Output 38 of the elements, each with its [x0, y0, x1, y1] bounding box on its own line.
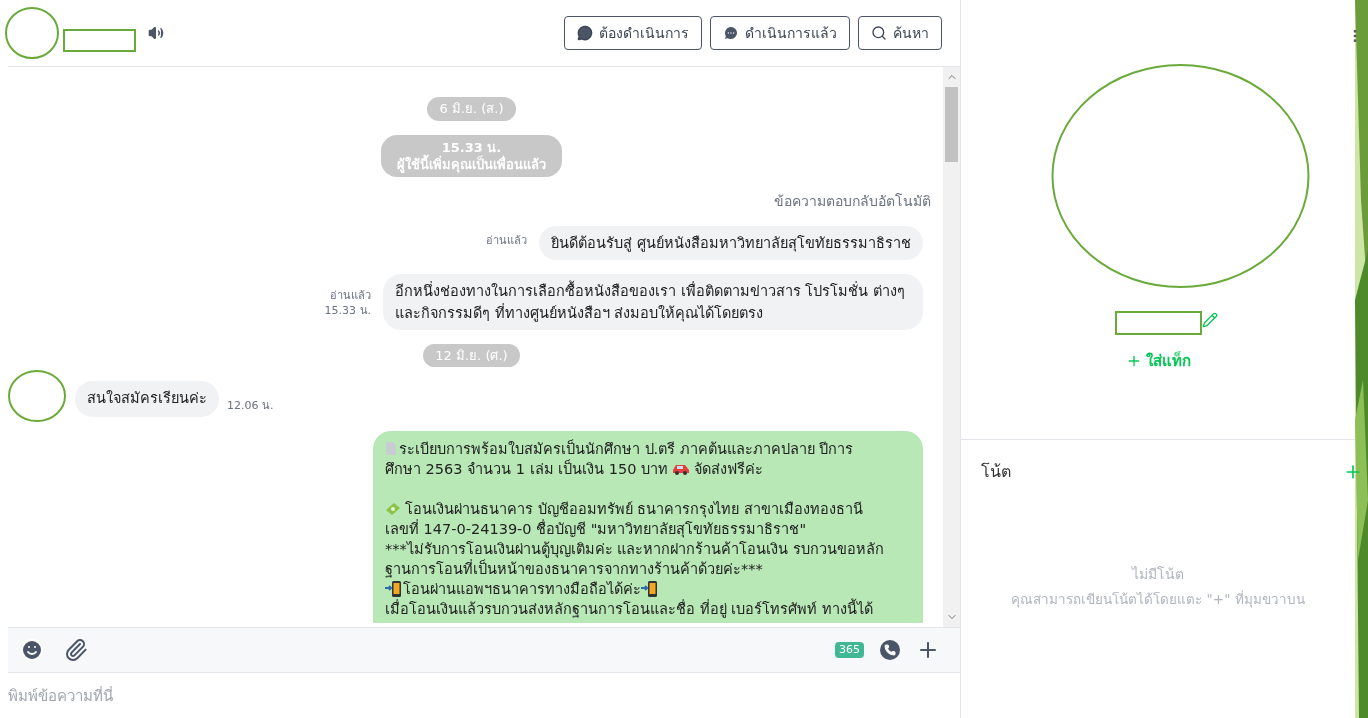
status-filter-button[interactable]: ดำเนินการแล้ว — [710, 16, 850, 50]
scrollbar[interactable] — [943, 67, 960, 627]
redaction-mark — [4, 6, 60, 60]
message-text: โอนเงินผ่านธนาคาร บัญชีออมทรัพย์ ธนาคารกรุงไทย สาขาเมืองทองธานี — [405, 500, 863, 517]
auto-reply-label: ข้อความตอบกลับอัตโนมัติ — [774, 191, 931, 211]
emoji-icon[interactable] — [20, 638, 44, 662]
message-text: เมื่อโอนเงินแล้วรบกวนส่งหลักฐานการโอนและชื่อ ที่อยู่ เบอร์โทรศัพท์ ทางนี้ได้ — [385, 600, 873, 617]
search-button[interactable]: ค้นหา — [858, 16, 942, 50]
message-text: จัดส่งฟรีค่ะ — [694, 460, 764, 477]
read-receipt: อ่านแล้ว — [330, 287, 371, 303]
chat-bubble-icon — [723, 25, 739, 41]
message-text: ศึกษา 2563 จำนวน 1 เล่ม เป็นเงิน 150 บาท — [385, 460, 669, 477]
read-receipt: อ่านแล้ว — [486, 232, 528, 248]
message-text: เลขที่ 147-0-24139-0 ชื่อบัญชี "มหาวิทยาลัยสุโขทัยธรรมาธิราช" — [385, 520, 807, 537]
status-filter-button[interactable]: ต้องดำเนินการ — [564, 16, 702, 50]
message-text: ***ไม่รับการโอนเงินผ่านตู้บุญเติมค่ะ และหากฝากร้านค้าโอนเงิน รบกวนขอหลัก — [385, 540, 884, 557]
empty-notes-title: ไม่มีโน้ต — [1132, 565, 1184, 584]
search-icon — [871, 25, 887, 41]
money-icon — [385, 501, 401, 516]
message-bubble: อีกหนึ่งช่องทางในการเลือกซื้อหนังสือของเรา เพื่อติดตามข่าวสาร โปรโมชั่น ต่างๆ และกิจกรรมดีๆ ที่ทางศูนย์หนังสือฯ ส่งมอบให้คุณได้โดยตรง — [383, 273, 923, 330]
document-icon — [385, 440, 397, 456]
mobile-phone-icon — [385, 580, 403, 597]
notes-title: โน้ต — [981, 461, 1011, 483]
message-bubble: สนใจสมัครเรียนค่ะ — [75, 381, 219, 417]
phone-call-icon[interactable] — [880, 640, 900, 660]
car-icon — [672, 462, 691, 475]
paperclip-icon[interactable] — [64, 638, 88, 662]
redaction-mark — [7, 369, 67, 423]
read-receipt: 15.33 น. — [324, 302, 371, 318]
mobile-phone-icon — [641, 580, 659, 597]
message-bubble: ยินดีต้อนรับสู่ ศูนย์หนังสือมหาวิทยาลัยสุโขทัยธรรมาธิราช — [539, 225, 923, 260]
chat-bubble-icon — [577, 25, 593, 41]
message-text: ระเบียบการพร้อมใบสมัครเป็นนักศึกษา ป.ตรี ภาคต้นและภาคปลาย ปีการ — [399, 440, 854, 457]
speaker-icon[interactable] — [148, 25, 164, 41]
empty-notes-hint: คุณสามารถเขียนโน้ตได้โดยแตะ "+" ที่มุมขวาบน — [1011, 589, 1305, 610]
message-time: 12.06 น. — [227, 398, 274, 415]
message-text: โอนผ่านแอพฯธนาคารทางมือถือได้ค่ะ — [403, 580, 641, 597]
scrollbar-thumb[interactable] — [945, 87, 958, 162]
